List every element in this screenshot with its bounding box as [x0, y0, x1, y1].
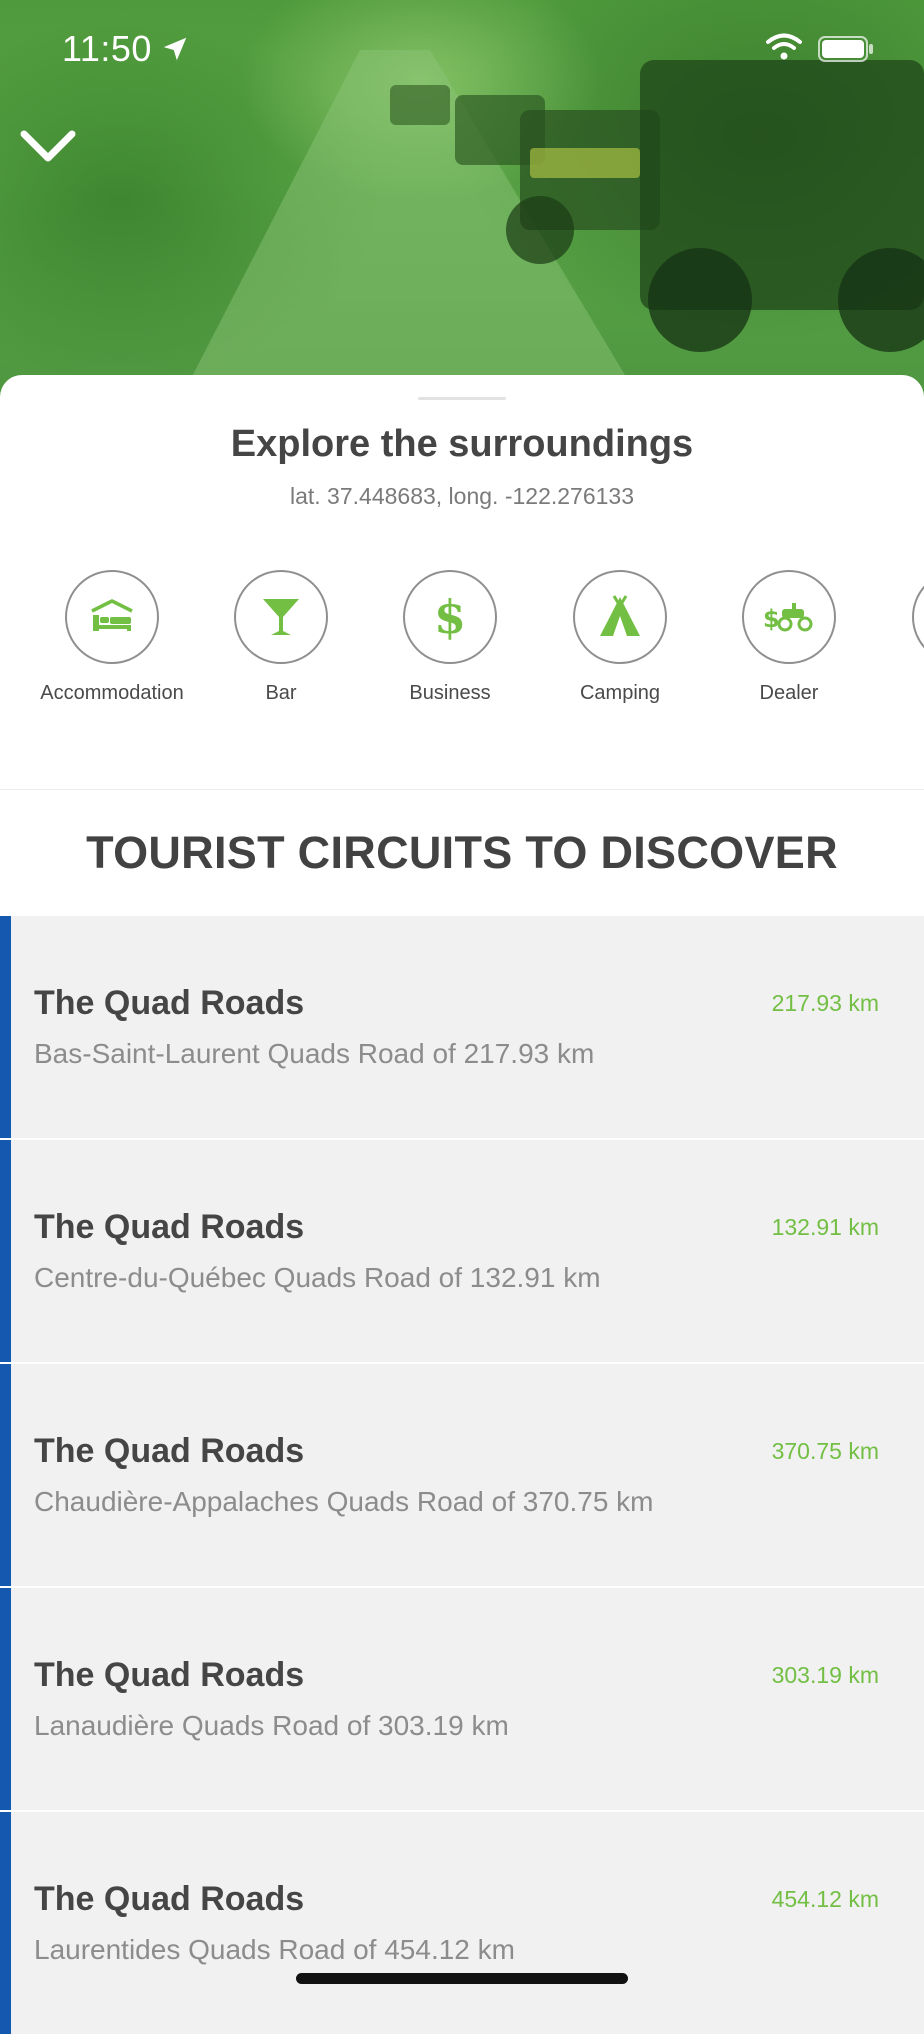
- circuit-distance: 303.19 km: [771, 1662, 879, 1688]
- circuit-title: The Quad Roads: [34, 1208, 305, 1246]
- category-dealer[interactable]: $ Dealer: [704, 570, 874, 705]
- circuit-subtitle: Centre-du-Québec Quads Road of 132.91 km: [34, 1262, 601, 1293]
- home-indicator[interactable]: [296, 1973, 628, 1984]
- category-label: G: [874, 682, 924, 705]
- category-camping[interactable]: Camping: [535, 570, 705, 705]
- coordinates-text: lat. 37.448683, long. -122.276133: [289, 483, 634, 509]
- category-bar[interactable]: Bar: [196, 570, 366, 705]
- status-time: 11:50: [62, 28, 152, 69]
- circuit-title: The Quad Roads: [34, 984, 305, 1022]
- category-business[interactable]: $ Business: [365, 570, 535, 705]
- collapse-button[interactable]: [18, 122, 78, 172]
- circuit-row[interactable]: The Quad Roads Centre-du-Québec Quads Ro…: [0, 1140, 924, 1364]
- circuit-subtitle: Bas-Saint-Laurent Quads Road of 217.93 k…: [34, 1038, 595, 1069]
- bed-icon: [91, 599, 133, 631]
- category-label: Business: [409, 682, 491, 704]
- category-label: Camping: [579, 682, 661, 704]
- chevron-down-icon: [20, 130, 76, 162]
- category-circle: [573, 570, 667, 664]
- tent-icon: [600, 595, 640, 636]
- category-circle: $: [742, 570, 836, 664]
- category-label: Bar: [265, 682, 297, 704]
- circuit-subtitle: Laurentides Quads Road of 454.12 km: [34, 1934, 515, 1965]
- category-circle: [912, 570, 924, 664]
- dollar-icon: $: [433, 590, 466, 644]
- circuit-row[interactable]: The Quad Roads Laurentides Quads Road of…: [0, 1812, 924, 2036]
- circuit-row[interactable]: The Quad Roads Chaudière-Appalaches Quad…: [0, 1364, 924, 1588]
- status-bar: 11:50: [0, 0, 924, 100]
- circuit-row[interactable]: The Quad Roads Bas-Saint-Laurent Quads R…: [0, 916, 924, 1140]
- circuit-distance: 217.93 km: [771, 990, 879, 1016]
- category-label: Dealer: [759, 682, 819, 704]
- circuits-heading: TOURIST CIRCUITS TO DISCOVER: [86, 827, 838, 878]
- category-accommodation[interactable]: Accommodation: [27, 570, 197, 705]
- category-partial[interactable]: G: [874, 570, 924, 705]
- circuit-subtitle: Chaudière-Appalaches Quads Road of 370.7…: [34, 1486, 654, 1517]
- category-circle: [234, 570, 328, 664]
- circuit-distance: 370.75 km: [771, 1438, 879, 1464]
- circuit-distance: 132.91 km: [771, 1214, 879, 1240]
- explore-title: Explore the surroundings: [230, 423, 694, 465]
- svg-text:$: $: [763, 605, 780, 633]
- cocktail-icon: [263, 599, 299, 635]
- category-label: Accommodation: [40, 682, 184, 704]
- circuit-title: The Quad Roads: [34, 1656, 305, 1694]
- circuit-list: The Quad Roads Bas-Saint-Laurent Quads R…: [0, 916, 924, 2036]
- circuit-title: The Quad Roads: [34, 1432, 305, 1470]
- atv-dealer-icon: $: [763, 603, 813, 633]
- circuit-distance: 454.12 km: [771, 1886, 879, 1912]
- battery-icon: [818, 36, 873, 62]
- circuit-subtitle: Lanaudière Quads Road of 303.19 km: [34, 1710, 509, 1741]
- category-circle: [65, 570, 159, 664]
- sheet-grabber[interactable]: [418, 397, 506, 400]
- category-circle: $: [403, 570, 497, 664]
- location-arrow-icon: [163, 37, 187, 61]
- circuit-title: The Quad Roads: [34, 1880, 305, 1918]
- hero-photo: 11:50: [0, 0, 924, 400]
- circuit-row[interactable]: The Quad Roads Lanaudière Quads Road of …: [0, 1588, 924, 1812]
- category-carousel[interactable]: Accommodation Bar $ Business Camping $ D…: [0, 570, 924, 720]
- wifi-icon: [766, 33, 802, 60]
- section-divider: [0, 789, 924, 790]
